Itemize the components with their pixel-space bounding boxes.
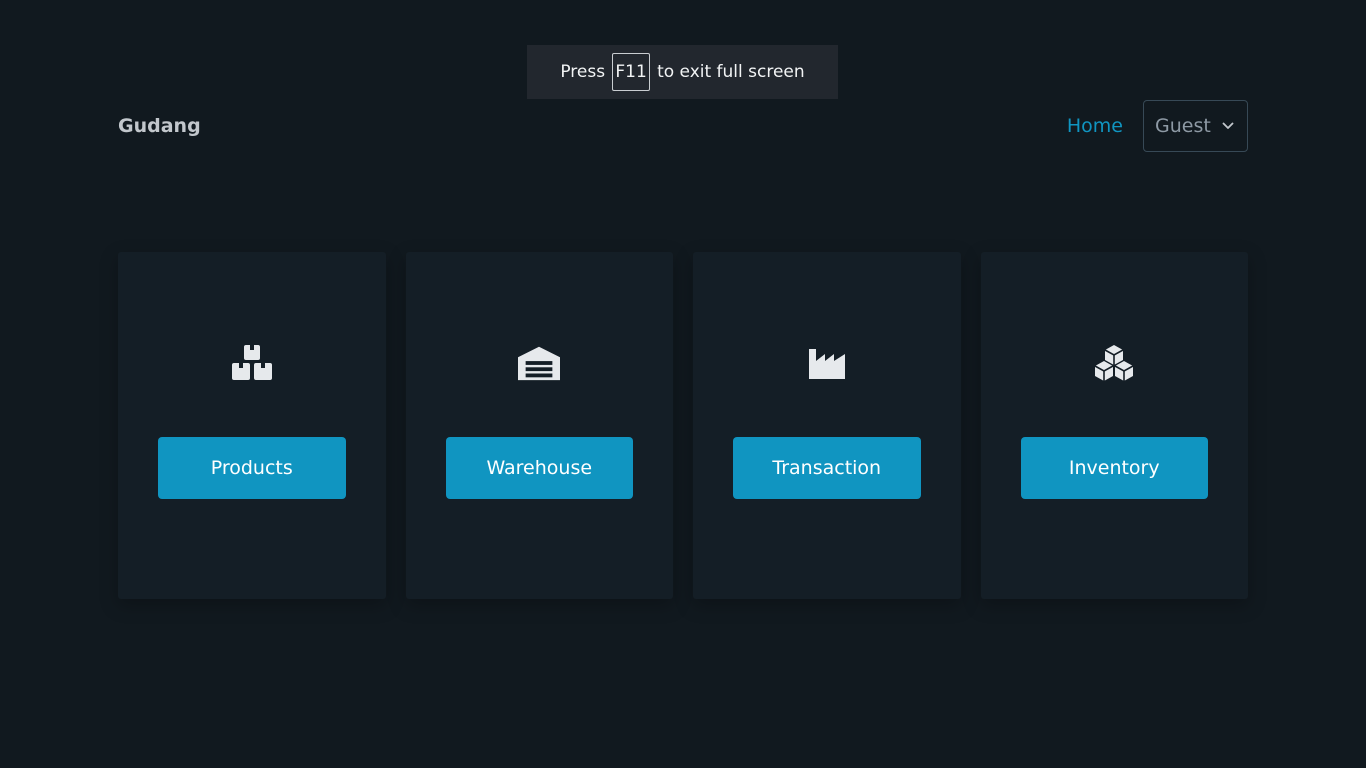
cards-grid: Products Warehouse Transaction Inventory [118, 252, 1248, 599]
warehouse-icon [518, 344, 561, 382]
fullscreen-notice-suffix: to exit full screen [657, 62, 805, 82]
fullscreen-notice: Press F11 to exit full screen [527, 45, 838, 99]
user-select-value: Guest [1155, 115, 1211, 137]
card-inventory: Inventory [980, 252, 1248, 599]
user-select[interactable]: Guest [1143, 100, 1248, 152]
products-button[interactable]: Products [158, 437, 346, 499]
card-transaction: Transaction [693, 252, 961, 599]
fullscreen-key: F11 [612, 53, 651, 91]
fullscreen-notice-prefix: Press [560, 62, 606, 82]
card-warehouse: Warehouse [405, 252, 673, 599]
boxes-icon [231, 344, 273, 382]
brand-title: Gudang [118, 115, 201, 137]
page: Press F11 to exit full screen Gudang Hom… [0, 0, 1366, 768]
card-products: Products [118, 252, 386, 599]
transaction-button[interactable]: Transaction [733, 437, 921, 499]
cubes-icon [1093, 344, 1135, 382]
inventory-button[interactable]: Inventory [1020, 437, 1208, 499]
top-nav: Home Guest [1067, 100, 1248, 152]
warehouse-button[interactable]: Warehouse [445, 437, 633, 499]
nav-home-link[interactable]: Home [1067, 115, 1123, 137]
chevron-down-icon [1222, 122, 1234, 129]
industry-icon [806, 344, 848, 382]
